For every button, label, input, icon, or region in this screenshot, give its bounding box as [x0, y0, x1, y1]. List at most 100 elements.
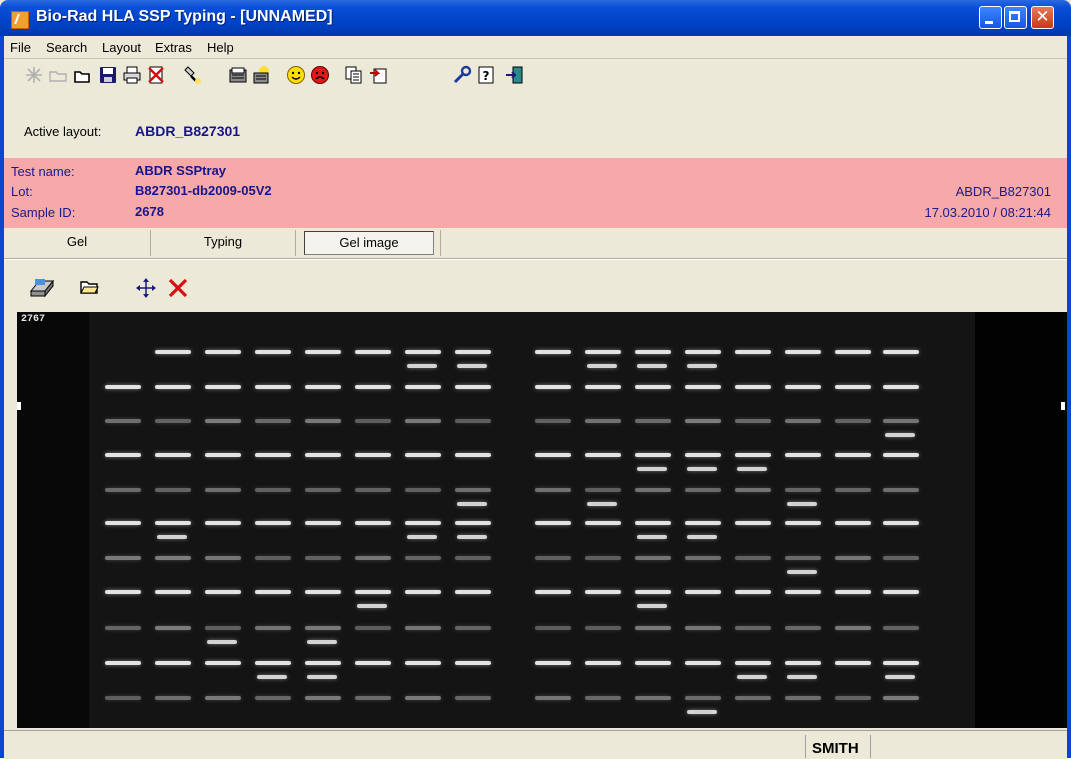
database-sun-icon[interactable] — [252, 65, 272, 85]
gel-band — [255, 556, 291, 560]
wrench-icon[interactable] — [452, 65, 472, 85]
svg-text:?: ? — [483, 69, 490, 83]
maximize-button[interactable] — [1004, 6, 1027, 29]
gel-band — [405, 661, 441, 665]
gel-band — [105, 626, 141, 630]
gel-band — [535, 419, 571, 423]
gel-band — [883, 556, 919, 560]
gel-band — [305, 590, 341, 594]
gel-band — [785, 385, 821, 389]
scanner-icon[interactable] — [29, 277, 55, 299]
gel-band — [535, 626, 571, 630]
gel-band — [735, 521, 771, 525]
flashlight-icon[interactable] — [182, 65, 202, 85]
gel-band — [585, 556, 621, 560]
tab-gel-image[interactable]: Gel image — [304, 231, 434, 255]
smiley-happy-icon[interactable] — [286, 65, 306, 85]
gel-band — [685, 696, 721, 700]
gel-band — [405, 590, 441, 594]
gel-band — [883, 626, 919, 630]
gel-resize-handle-left[interactable] — [17, 402, 21, 410]
save-icon[interactable] — [98, 65, 118, 85]
app-icon — [11, 11, 29, 29]
gel-band — [535, 453, 571, 457]
delete-icon[interactable] — [146, 65, 166, 85]
gel-edge — [975, 312, 1067, 728]
menu-extras[interactable]: Extras — [155, 40, 192, 55]
new-icon[interactable] — [24, 65, 44, 85]
gel-band — [785, 556, 821, 560]
gel-band — [155, 385, 191, 389]
gel-band — [407, 364, 437, 368]
open-disabled-icon[interactable] — [48, 65, 68, 85]
smiley-sad-icon[interactable] — [310, 65, 330, 85]
lot-label: Lot: — [11, 184, 33, 199]
gel-band — [883, 696, 919, 700]
gel-band — [105, 453, 141, 457]
gel-band — [585, 696, 621, 700]
gel-band — [735, 453, 771, 457]
gel-band — [785, 626, 821, 630]
tab-gel[interactable]: Gel — [4, 228, 150, 258]
gel-band — [685, 661, 721, 665]
exit-icon[interactable] — [504, 65, 524, 85]
database-icon[interactable] — [228, 65, 248, 85]
gel-band — [105, 696, 141, 700]
gel-band — [685, 419, 721, 423]
gel-band — [155, 626, 191, 630]
gel-band — [785, 590, 821, 594]
menu-layout[interactable]: Layout — [102, 40, 141, 55]
minimize-button[interactable] — [979, 6, 1002, 29]
menu-search[interactable]: Search — [46, 40, 87, 55]
gel-band — [885, 433, 915, 437]
active-layout-value: ABDR_B827301 — [135, 123, 241, 139]
gel-band — [355, 453, 391, 457]
gel-band — [835, 350, 871, 354]
folder-icon[interactable] — [72, 65, 92, 85]
gel-band — [535, 661, 571, 665]
gel-band — [685, 385, 721, 389]
gel-frame-left — [4, 312, 18, 728]
help-icon[interactable]: ? — [476, 65, 496, 85]
gel-band — [255, 488, 291, 492]
gel-band — [585, 350, 621, 354]
gel-band — [305, 385, 341, 389]
application-window: Bio-Rad HLA SSP Typing - [UNNAMED] ✕ Fil… — [0, 0, 1071, 759]
gel-band — [635, 556, 671, 560]
copy-icon[interactable] — [344, 65, 364, 85]
title-bar[interactable]: Bio-Rad HLA SSP Typing - [UNNAMED] ✕ — [0, 0, 1071, 36]
gel-band — [883, 488, 919, 492]
gel-band — [205, 419, 241, 423]
gel-band — [305, 661, 341, 665]
open-folder-icon[interactable] — [79, 278, 99, 296]
export-icon[interactable] — [368, 65, 388, 85]
gel-band — [155, 419, 191, 423]
gel-band — [105, 556, 141, 560]
gel-band — [105, 488, 141, 492]
gel-band — [735, 556, 771, 560]
gel-band — [455, 556, 491, 560]
tab-strip: Gel Typing Gel image — [4, 228, 1067, 259]
gel-band — [305, 521, 341, 525]
gel-resize-handle-right[interactable] — [1061, 402, 1065, 410]
move-icon[interactable] — [135, 277, 157, 299]
gel-band — [155, 521, 191, 525]
gel-band — [585, 661, 621, 665]
menu-file[interactable]: File — [10, 40, 31, 55]
close-red-icon[interactable] — [167, 277, 189, 299]
gel-band — [735, 626, 771, 630]
gel-band — [635, 590, 671, 594]
print-icon[interactable] — [122, 65, 142, 85]
tab-typing[interactable]: Typing — [151, 228, 295, 258]
close-button[interactable]: ✕ — [1031, 6, 1054, 29]
gel-band — [635, 419, 671, 423]
gel-image[interactable]: 2767 — [17, 312, 1067, 728]
active-layout-row: Active layout: ABDR_B827301 — [4, 92, 1067, 152]
gel-band — [635, 696, 671, 700]
gel-band — [835, 385, 871, 389]
gel-band — [585, 453, 621, 457]
gel-band — [535, 350, 571, 354]
menu-help[interactable]: Help — [207, 40, 234, 55]
gel-band — [405, 521, 441, 525]
gel-band — [685, 488, 721, 492]
